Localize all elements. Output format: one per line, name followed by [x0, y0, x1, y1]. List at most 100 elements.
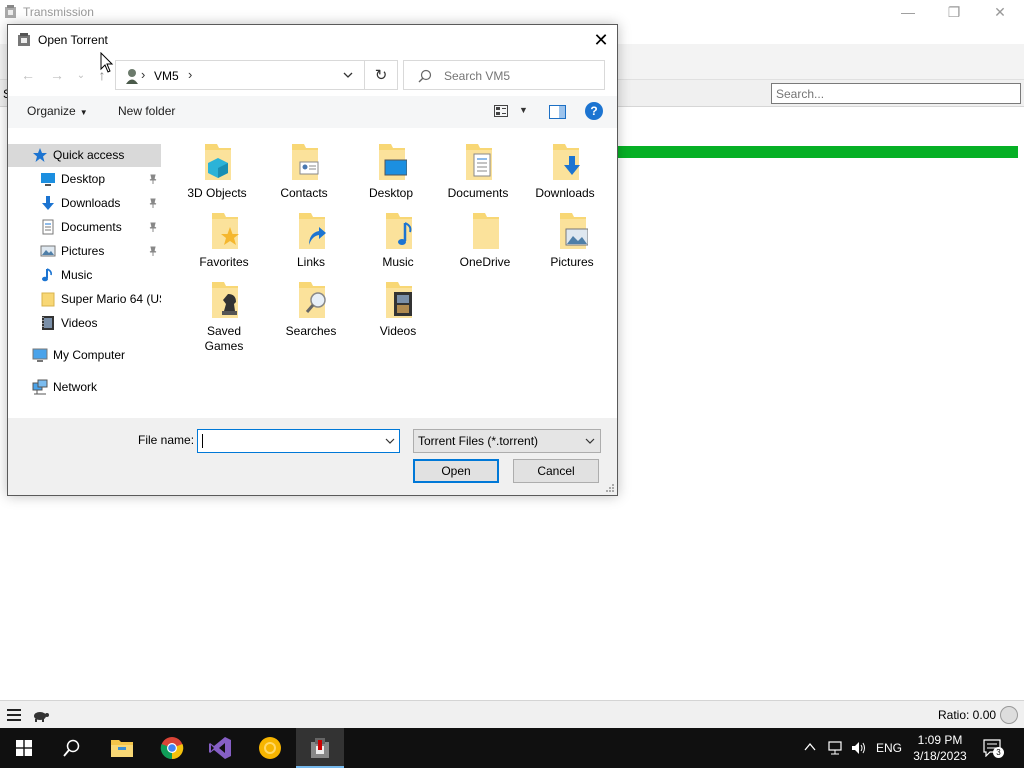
- folder-pictures[interactable]: Pictures: [532, 199, 612, 269]
- nav-downloads[interactable]: Downloads: [8, 192, 161, 215]
- pin-icon: [149, 198, 157, 208]
- folder-music[interactable]: Music: [358, 199, 438, 269]
- 3d-objects-folder-icon: [205, 144, 231, 180]
- network-status-icon[interactable]: [827, 740, 843, 756]
- view-options-arrow-icon[interactable]: ▼: [519, 105, 528, 115]
- chrome-icon: [160, 737, 184, 760]
- file-name-input[interactable]: [197, 429, 400, 453]
- folder-search-input[interactable]: [444, 69, 594, 83]
- network-icon: [32, 379, 48, 395]
- chrome-taskbar-button[interactable]: [148, 728, 196, 768]
- taskbar-search-button[interactable]: [48, 728, 96, 768]
- recent-locations-button[interactable]: ⌄: [71, 65, 91, 85]
- folder-saved-games[interactable]: Saved Games: [184, 268, 264, 353]
- folder-videos[interactable]: Videos: [358, 268, 438, 338]
- organize-button[interactable]: Organize ▼: [27, 104, 88, 118]
- transmission-taskbar-button[interactable]: [296, 728, 344, 768]
- help-icon[interactable]: ?: [585, 102, 603, 120]
- folder-search-box[interactable]: [403, 60, 605, 90]
- nav-label: Network: [53, 380, 98, 394]
- chevron-down-icon: [585, 438, 595, 444]
- nav-label: Desktop: [61, 172, 106, 186]
- pictures-folder-icon: [560, 213, 588, 249]
- back-button[interactable]: ←: [18, 65, 38, 85]
- videos-icon: [42, 316, 54, 330]
- downloads-folder-icon: [553, 144, 580, 180]
- folder-label: Saved Games: [204, 324, 244, 353]
- preview-pane-icon[interactable]: [549, 105, 566, 119]
- menu-icon[interactable]: [7, 709, 21, 721]
- videos-folder-icon: [386, 282, 412, 318]
- search-icon: [63, 739, 80, 757]
- path-separator: ›: [141, 67, 146, 82]
- path-segment-vm5[interactable]: VM5: [154, 69, 179, 83]
- folder-favorites[interactable]: Favorites: [184, 199, 264, 269]
- nav-desktop[interactable]: Desktop: [8, 168, 161, 191]
- dialog-close-button[interactable]: ✕: [585, 25, 617, 55]
- taskbar-clock[interactable]: 1:09 PM 3/18/2023: [905, 732, 975, 764]
- download-icon: [42, 196, 54, 210]
- folder-documents[interactable]: Documents: [438, 130, 518, 200]
- change-view-icon[interactable]: [494, 105, 508, 117]
- resize-grip-icon[interactable]: [605, 483, 615, 493]
- address-bar[interactable]: › VM5 ›: [115, 60, 365, 90]
- volume-icon[interactable]: [850, 740, 868, 756]
- file-type-select[interactable]: Torrent Files (*.torrent): [413, 429, 601, 453]
- nav-music[interactable]: Music: [8, 264, 161, 287]
- action-center-button[interactable]: 3: [983, 739, 1004, 758]
- nav-documents[interactable]: Documents: [8, 216, 161, 239]
- transmission-titlebar: Transmission — ❐ ✕: [0, 0, 1024, 24]
- star-icon: [33, 148, 47, 162]
- open-button[interactable]: Open: [413, 459, 499, 483]
- path-separator[interactable]: ›: [188, 67, 192, 82]
- nav-network[interactable]: Network: [8, 376, 161, 399]
- folder-label: Videos: [379, 324, 417, 338]
- nav-label: Videos: [61, 316, 98, 330]
- forward-button[interactable]: →: [47, 65, 67, 85]
- file-explorer-taskbar-button[interactable]: [98, 728, 146, 768]
- torrent-search-input[interactable]: [771, 83, 1021, 104]
- computer-icon: [32, 348, 48, 362]
- dropdown-arrow-icon: ▼: [79, 108, 88, 117]
- folder-searches[interactable]: Searches: [271, 268, 351, 338]
- nav-quick-access[interactable]: Quick access: [8, 144, 161, 167]
- tray-overflow-chevron-icon[interactable]: [804, 742, 816, 752]
- minimize-button[interactable]: —: [885, 0, 931, 24]
- user-folder-icon: [126, 69, 138, 84]
- restore-button[interactable]: ❐: [931, 0, 977, 24]
- dialog-footer: File name: Torrent Files (*.torrent) Ope…: [8, 418, 617, 495]
- folder-label: OneDrive: [459, 255, 511, 269]
- folder-links[interactable]: Links: [271, 199, 351, 269]
- mouse-cursor-icon: [100, 52, 114, 73]
- new-folder-button[interactable]: New folder: [118, 104, 175, 118]
- folder-3d-objects[interactable]: 3D Objects: [177, 130, 257, 200]
- nav-videos[interactable]: Videos: [8, 312, 161, 335]
- text-caret: [202, 434, 203, 448]
- nav-label: Downloads: [61, 196, 121, 210]
- pictures-icon: [40, 245, 56, 257]
- windows-start-button[interactable]: [0, 728, 48, 768]
- folder-onedrive[interactable]: OneDrive: [445, 199, 525, 269]
- navigation-pane: Quick access Desktop Downloads Documents…: [8, 128, 168, 418]
- ratio-options-icon[interactable]: [1000, 706, 1018, 724]
- folder-desktop[interactable]: Desktop: [351, 130, 431, 200]
- desktop-icon: [41, 173, 55, 186]
- command-bar: Organize ▼ New folder ▼ ?: [8, 96, 617, 128]
- close-button[interactable]: ✕: [977, 0, 1023, 24]
- language-indicator[interactable]: ENG: [876, 741, 902, 755]
- nav-pictures[interactable]: Pictures: [8, 240, 161, 263]
- folder-downloads[interactable]: Downloads: [525, 130, 605, 200]
- turtle-icon[interactable]: [32, 708, 50, 722]
- music-folder-icon: [386, 213, 412, 249]
- nav-super-mario-folder[interactable]: Super Mario 64 (US: [8, 288, 161, 311]
- folder-contacts[interactable]: Contacts: [264, 130, 344, 200]
- chevron-down-icon[interactable]: [385, 435, 395, 447]
- chevron-down-icon[interactable]: [342, 67, 354, 83]
- refresh-button[interactable]: ↻: [364, 60, 398, 90]
- file-list-view: 3D Objects Contacts Desktop Documents Do…: [168, 128, 617, 418]
- yellow-app-taskbar-button[interactable]: [246, 728, 294, 768]
- cancel-button[interactable]: Cancel: [513, 459, 599, 483]
- nav-my-computer[interactable]: My Computer: [8, 344, 161, 367]
- taskbar: ENG 1:09 PM 3/18/2023 3: [0, 728, 1024, 768]
- visual-studio-taskbar-button[interactable]: [196, 728, 244, 768]
